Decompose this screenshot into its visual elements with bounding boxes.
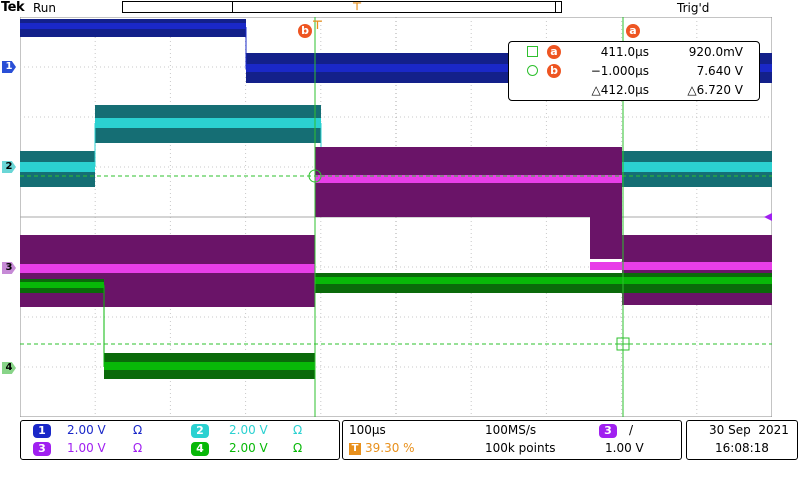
sample-rate: 100MS/s (485, 423, 537, 437)
cursor-readout: a 411.0µs 920.0mV b −1.000µs 7.640 V △41… (508, 41, 760, 101)
ch2-marker[interactable]: 2 (2, 161, 16, 173)
ch2-scale[interactable]: 2.00 V (229, 423, 268, 437)
trigger-position-badge: T (349, 443, 361, 455)
cursor-a-voltage: 920.0mV (688, 45, 743, 59)
ch3-badge[interactable]: 3 (33, 442, 51, 456)
settings-bar: 1 2.00 V Ω 2 2.00 V Ω 3 1.00 V Ω 4 2.00 … (0, 420, 800, 480)
ch3-marker[interactable]: 3 (2, 262, 16, 274)
cursor-b-label[interactable]: b (298, 24, 312, 38)
datetime-panel: 30 Sep 2021 16:08:18 (686, 420, 798, 460)
cursor-a-time: 411.0µs (600, 45, 649, 59)
delta-voltage: △6.720 V (687, 83, 743, 97)
delta-time: △412.0µs (591, 83, 649, 97)
ch4-marker[interactable]: 4 (2, 362, 16, 374)
time: 16:08:18 (715, 441, 769, 455)
ch1-badge[interactable]: 1 (33, 424, 51, 438)
trigger-level[interactable]: 1.00 V (605, 441, 644, 455)
ch4-badge[interactable]: 4 (191, 442, 209, 456)
acquisition-status: Run (33, 1, 57, 15)
ch2-coupling: Ω (293, 423, 303, 437)
trigger-position[interactable]: 39.30 % (365, 441, 415, 455)
trigger-position-icon: ⊤ (352, 0, 363, 13)
ch1-scale[interactable]: 2.00 V (67, 423, 106, 437)
record-length[interactable]: 100k points (485, 441, 556, 455)
ch1-marker[interactable]: 1 (2, 61, 16, 73)
ch1-coupling: Ω (133, 423, 143, 437)
trigger-status: Trig'd (677, 1, 710, 15)
cursor-b-badge: b (547, 64, 561, 78)
cursor-a-label[interactable]: a (626, 24, 640, 38)
timebase-scale[interactable]: 100µs (349, 423, 386, 437)
ch4-coupling: Ω (293, 441, 303, 455)
trigger-marker-icon: ⊤ (312, 18, 323, 32)
trigger-source-badge[interactable]: 3 (599, 424, 617, 438)
channel-settings-panel[interactable]: 1 2.00 V Ω 2 2.00 V Ω 3 1.00 V Ω 4 2.00 … (20, 420, 340, 460)
record-view-window[interactable] (232, 1, 556, 13)
trigger-slope[interactable]: / (629, 423, 633, 437)
ch2-badge[interactable]: 2 (191, 424, 209, 438)
cursor-b-circle-icon (527, 65, 538, 76)
date: 30 Sep 2021 (709, 423, 789, 437)
ch4-scale[interactable]: 2.00 V (229, 441, 268, 455)
cursor-a-square-icon (527, 46, 538, 57)
ch3-coupling: Ω (133, 441, 143, 455)
brand-logo: Tek (1, 0, 25, 15)
cursor-a-badge: a (547, 45, 561, 59)
timebase-panel[interactable]: 100µs T 39.30 % 100MS/s 100k points 3 / … (342, 420, 682, 460)
top-status-bar: Tek Run ⊤ Trig'd (0, 0, 800, 16)
ch3-scale[interactable]: 1.00 V (67, 441, 106, 455)
cursor-b-voltage: 7.640 V (696, 64, 743, 78)
cursor-b-time: −1.000µs (590, 64, 649, 78)
